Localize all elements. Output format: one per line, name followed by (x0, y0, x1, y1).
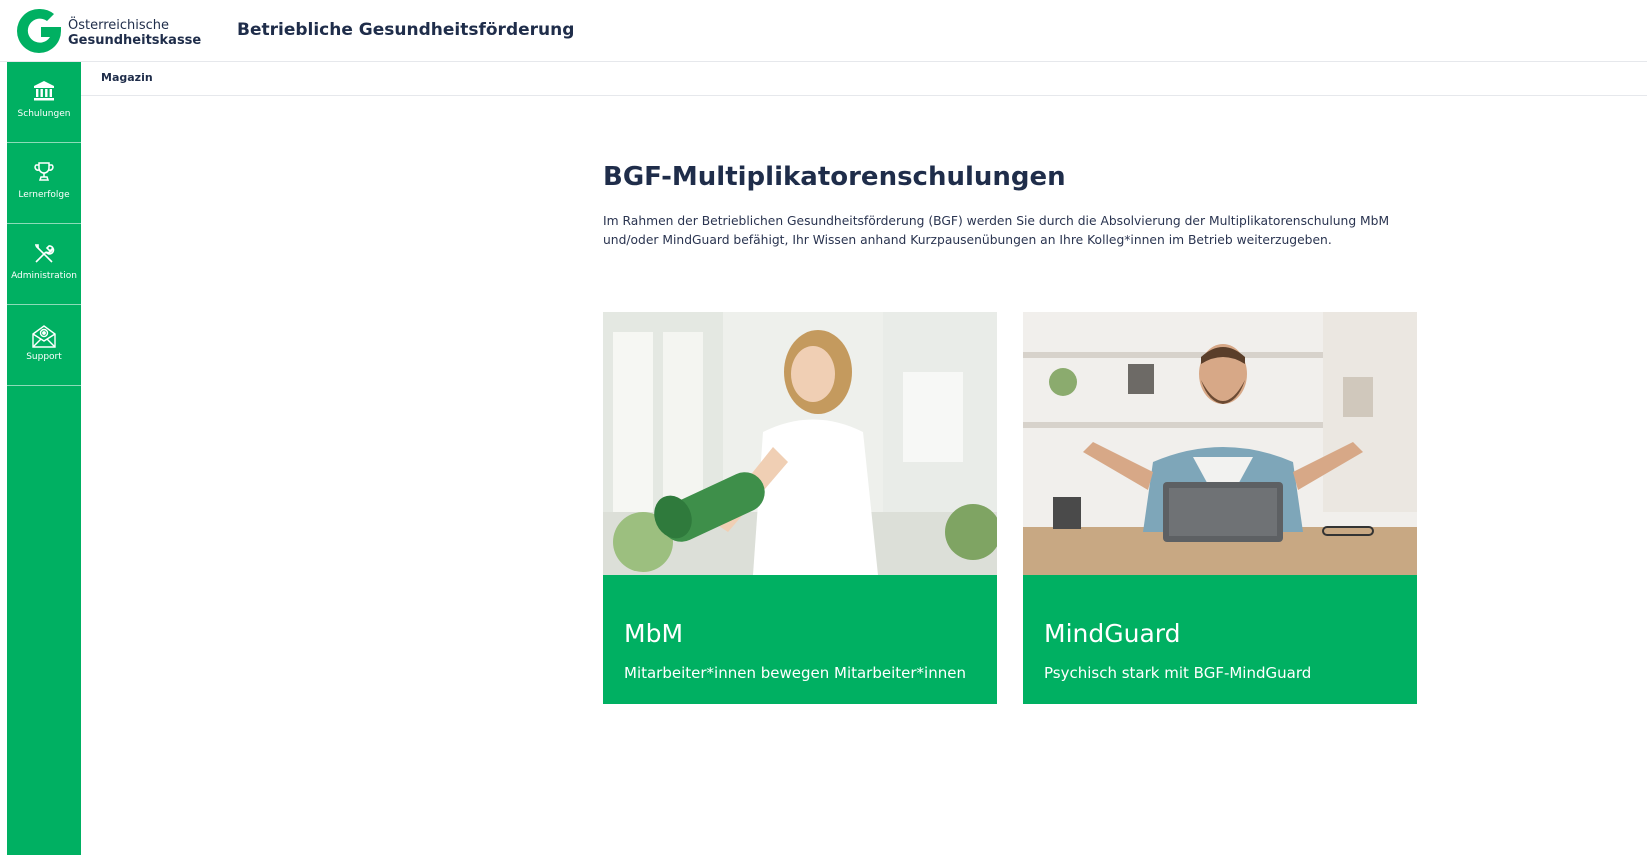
card-image-woman-with-yoga-mat (603, 312, 997, 575)
card-subtitle: Psychisch stark mit BGF-MindGuard (1044, 664, 1312, 682)
course-card-mindguard[interactable]: MindGuard Psychisch stark mit BGF-MindGu… (1023, 312, 1417, 704)
sidebar-item-lernerfolge[interactable]: Lernerfolge (7, 143, 81, 224)
breadcrumb: Magazin (81, 62, 1647, 96)
trophy-icon (7, 161, 81, 185)
sidebar-item-administration[interactable]: Administration (7, 224, 81, 305)
sidebar-item-label: Schulungen (17, 109, 71, 119)
logo-wordmark: Österreichische Gesundheitskasse (68, 18, 201, 48)
sidebar-item-label: Administration (11, 271, 77, 281)
bank-icon (7, 80, 81, 104)
logo-line-1: Österreichische (68, 18, 170, 33)
logo-line-2: Gesundheitskasse (68, 33, 202, 48)
mail-support-icon (7, 323, 81, 348)
app-header: Österreichische Gesundheitskasse Betrieb… (0, 0, 1647, 62)
sidebar: Schulungen Lernerfolge Administration Su… (7, 62, 81, 855)
intro-text: Im Rahmen der Betrieblichen Gesundheitsf… (603, 214, 1390, 247)
oegk-logo[interactable] (14, 6, 64, 56)
sidebar-item-label: Support (26, 352, 62, 362)
card-subtitle: Mitarbeiter*innen bewegen Mitarbeiter*in… (624, 664, 966, 682)
card-image-man-meditating-at-desk (1023, 312, 1417, 575)
card-title: MindGuard (1044, 619, 1181, 648)
sidebar-item-support[interactable]: Support (7, 305, 81, 386)
course-card-mbm[interactable]: MbM Mitarbeiter*innen bewegen Mitarbeite… (603, 312, 997, 704)
breadcrumb-item-magazin[interactable]: Magazin (101, 71, 153, 84)
tools-icon (7, 242, 81, 266)
sidebar-item-label: Lernerfolge (18, 190, 70, 200)
card-title: MbM (624, 619, 684, 648)
sidebar-item-schulungen[interactable]: Schulungen (7, 62, 81, 143)
app-title: Betriebliche Gesundheitsförderung (237, 20, 575, 40)
page-title: BGF-Multiplikatorenschulungen (603, 162, 1066, 192)
